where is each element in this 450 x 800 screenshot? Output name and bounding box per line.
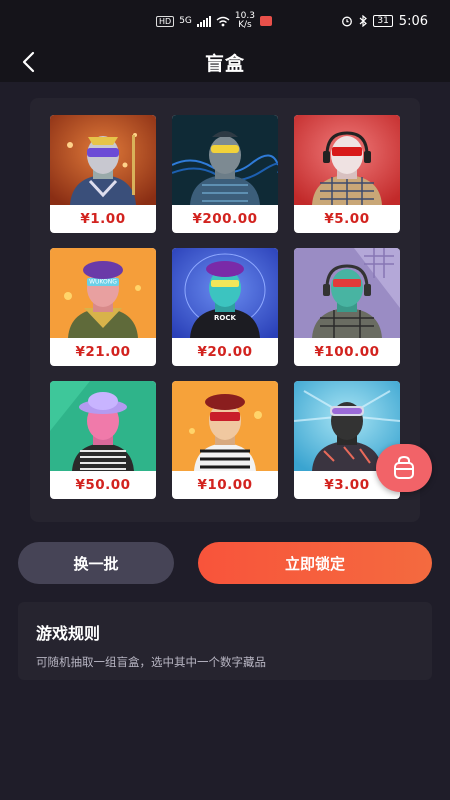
wifi-icon: [216, 16, 230, 26]
network-type: 5G: [179, 16, 192, 26]
blind-box-bag-icon: [394, 455, 414, 479]
chevron-left-icon: [22, 51, 35, 73]
card-price: ¥5.00: [324, 211, 370, 227]
battery-icon: 31: [373, 15, 393, 27]
blind-box-card-7[interactable]: ¥50.00: [50, 381, 156, 499]
signal-icon: [196, 15, 211, 27]
card-price: ¥50.00: [75, 477, 131, 493]
blind-box-card-2[interactable]: ¥200.00: [172, 115, 278, 233]
blind-box-card-3[interactable]: ¥5.00: [294, 115, 400, 233]
status-bar: HD 5G 10.3 K/s 31 5:06: [0, 0, 450, 42]
nft-avatar-image: WUKONG: [50, 248, 156, 338]
status-right: 31 5:06: [341, 14, 428, 29]
hat-text: WUKONG: [89, 279, 117, 286]
card-price: ¥10.00: [197, 477, 253, 493]
nft-avatar-image: [294, 248, 400, 338]
nav-bar: 盲盒: [0, 42, 450, 82]
shirt-text: ROCK: [214, 314, 236, 322]
refresh-batch-button[interactable]: 换一批: [18, 542, 174, 584]
card-price: ¥200.00: [192, 211, 258, 227]
hd-badge: HD: [156, 15, 175, 27]
rules-text: 可随机抽取一组盲盒，选中其中一个数字藏品: [36, 655, 266, 669]
nft-avatar-image: [172, 115, 278, 205]
nft-avatar-image: [172, 381, 278, 471]
card-price: ¥100.00: [314, 344, 380, 360]
blind-box-card-8[interactable]: ¥10.00: [172, 381, 278, 499]
nft-avatar-image: [50, 381, 156, 471]
blind-box-card-6[interactable]: ¥100.00: [294, 248, 400, 366]
clock: 5:06: [398, 13, 428, 29]
nft-avatar-image: [50, 115, 156, 205]
bluetooth-icon: [359, 15, 368, 27]
blind-box-card-1[interactable]: ¥1.00: [50, 115, 156, 233]
alarm-icon: [342, 16, 353, 27]
page-title: 盲盒: [204, 52, 245, 75]
nft-avatar-image: [294, 115, 400, 205]
blind-box-bag-button[interactable]: [376, 444, 432, 492]
card-price: ¥20.00: [197, 344, 253, 360]
nft-avatar-image: ROCK: [172, 248, 278, 338]
card-price: ¥1.00: [80, 211, 126, 227]
blind-box-card-5[interactable]: ROCK ¥20.00: [172, 248, 278, 366]
network-speed: 10.3 K/s: [234, 11, 255, 30]
notification-icon: [259, 16, 272, 26]
blind-box-card-4[interactable]: WUKONG ¥21.00: [50, 248, 156, 366]
game-rules-panel: 游戏规则 可随机抽取一组盲盒，选中其中一个数字藏品: [18, 602, 432, 680]
card-price: ¥21.00: [75, 344, 131, 360]
status-indicators: HD 5G 10.3 K/s: [156, 12, 272, 30]
rules-title: 游戏规则: [36, 624, 101, 643]
back-button[interactable]: [14, 48, 42, 76]
lock-now-button[interactable]: 立即锁定: [198, 542, 432, 584]
